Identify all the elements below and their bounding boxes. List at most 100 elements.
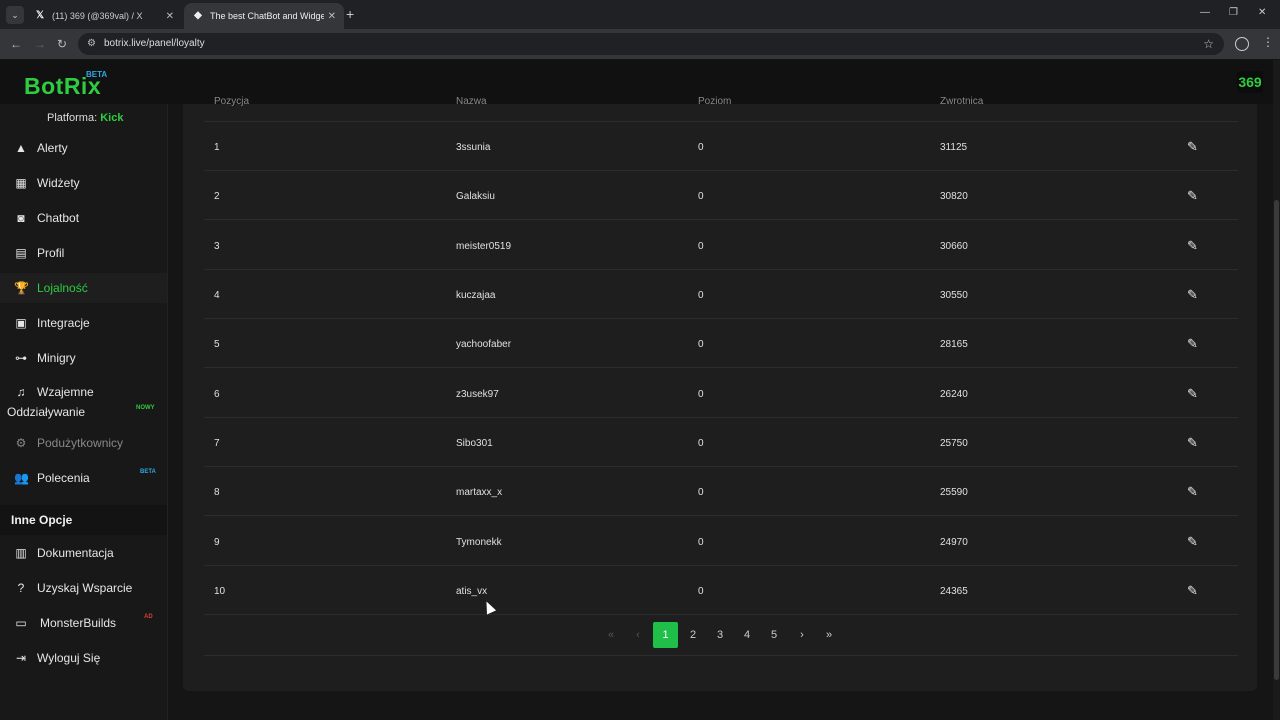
edit-pencil-icon[interactable]: ✎ xyxy=(1187,287,1198,303)
edit-pencil-icon[interactable]: ✎ xyxy=(1187,238,1198,254)
reload-icon[interactable]: ↻ xyxy=(57,37,67,51)
browser-tab-x[interactable]: 𝕏 (11) 369 (@369val) / X ✕ xyxy=(26,3,182,29)
sidebar-item-label: Dokumentacja xyxy=(37,546,114,560)
forward-icon[interactable]: → xyxy=(34,37,46,51)
cell-position: 7 xyxy=(214,438,220,449)
ad-badge: AD xyxy=(144,614,153,620)
page-4-button[interactable]: 4 xyxy=(739,622,755,648)
cell-points: 30660 xyxy=(940,241,968,252)
edit-pencil-icon[interactable]: ✎ xyxy=(1187,583,1198,599)
cell-position: 5 xyxy=(214,339,220,350)
sidebar-item-monsterbuilds[interactable]: ▭ MonsterBuilds xyxy=(0,608,167,638)
sidebar-item-lojalnosc[interactable]: 🏆 Lojalność xyxy=(0,273,167,303)
sidebar-item-alerty[interactable]: ▲ Alerty xyxy=(0,133,167,163)
last-page-icon[interactable]: » xyxy=(821,622,837,648)
back-icon[interactable]: ← xyxy=(10,37,22,51)
cell-position: 3 xyxy=(214,241,220,252)
cell-level: 0 xyxy=(698,389,704,400)
sidebar-item-minigry[interactable]: ⊶ Minigry xyxy=(0,343,167,373)
cell-position: 4 xyxy=(214,290,220,301)
bookmark-star-icon[interactable]: ☆ xyxy=(1203,33,1214,55)
cell-points: 28165 xyxy=(940,339,968,350)
edit-pencil-icon[interactable]: ✎ xyxy=(1187,435,1198,451)
id-card-icon: ▤ xyxy=(15,246,27,260)
edit-pencil-icon[interactable]: ✎ xyxy=(1187,386,1198,402)
sidebar-item-label: Profil xyxy=(37,246,65,260)
close-window-icon[interactable]: ✕ xyxy=(1258,7,1266,18)
edit-pencil-icon[interactable]: ✎ xyxy=(1187,188,1198,204)
tab-search-chevron-icon[interactable]: ⌄ xyxy=(6,6,24,24)
question-icon: ? xyxy=(17,581,25,595)
new-badge: NOWY xyxy=(136,405,155,411)
cell-name: Sibo301 xyxy=(456,438,493,449)
prev-page-icon[interactable]: ‹ xyxy=(630,622,646,648)
cell-position: 2 xyxy=(214,191,220,202)
sidebar-item-dokumentacja[interactable]: ▥ Dokumentacja xyxy=(0,538,167,568)
browser-menu-icon[interactable]: ⋮ xyxy=(1262,35,1274,49)
scrollbar-thumb[interactable] xyxy=(1274,200,1279,680)
edit-pencil-icon[interactable]: ✎ xyxy=(1187,139,1198,155)
sidebar-item-uzyskaj-wsparcie[interactable]: ? Uzyskaj Wsparcie xyxy=(0,573,167,603)
cell-level: 0 xyxy=(698,537,704,548)
page-5-button[interactable]: 5 xyxy=(766,622,782,648)
cell-level: 0 xyxy=(698,487,704,498)
scroll-icon: ▥ xyxy=(15,546,27,560)
sidebar-item-profil[interactable]: ▤ Profil xyxy=(0,238,167,268)
cell-name: kuczajaa xyxy=(456,290,496,301)
music-icon: ♫ xyxy=(16,385,26,399)
browser-tab-botrix[interactable]: ◆ The best ChatBot and Widgets ✕ xyxy=(184,3,344,29)
cell-points: 24365 xyxy=(940,586,968,597)
cell-position: 6 xyxy=(214,389,220,400)
warning-icon: ▲ xyxy=(15,141,27,155)
new-tab-icon[interactable]: + xyxy=(346,6,354,22)
edit-pencil-icon[interactable]: ✎ xyxy=(1187,484,1198,500)
cell-position: 9 xyxy=(214,537,220,548)
pagination-divider xyxy=(204,655,1238,656)
sidebar-item-label: Uzyskaj Wsparcie xyxy=(37,581,133,595)
sidebar-item-widzety[interactable]: ▦ Widżety xyxy=(0,168,167,198)
sidebar-item-chatbot[interactable]: ◙ Chatbot xyxy=(0,203,167,233)
logout-icon: ⇥ xyxy=(15,651,27,665)
table-row: 10 atis_vx 0 24365 ✎ xyxy=(204,566,1238,615)
tab-title: The best ChatBot and Widgets xyxy=(210,11,324,21)
page-1-button[interactable]: 1 xyxy=(653,622,678,648)
cell-name: Galaksiu xyxy=(456,191,495,202)
sidebar-item-label: Integracje xyxy=(37,316,90,330)
next-page-icon[interactable]: › xyxy=(794,622,810,648)
table-row: 2 Galaksiu 0 30820 ✎ xyxy=(204,171,1238,220)
edit-pencil-icon[interactable]: ✎ xyxy=(1187,336,1198,352)
cell-level: 0 xyxy=(698,339,704,350)
site-settings-icon[interactable]: ⚙ xyxy=(87,33,96,55)
browser-toolbar: ← → ↻ ⚙ botrix.live/panel/loyalty ☆ xyxy=(0,29,1280,59)
sidebar-item-polecenia[interactable]: 👥 Polecenia xyxy=(0,463,167,493)
sidebar-item-label: Minigry xyxy=(37,351,76,365)
users-icon: 👥 xyxy=(14,471,29,485)
sidebar-item-label: MonsterBuilds xyxy=(40,616,117,630)
profile-icon[interactable] xyxy=(1235,37,1249,51)
beta-badge: BETA xyxy=(140,469,156,475)
close-tab-icon[interactable]: ✕ xyxy=(166,11,174,22)
edit-pencil-icon[interactable]: ✎ xyxy=(1187,534,1198,550)
sidebar-item-wyloguj[interactable]: ⇥ Wyloguj Się xyxy=(0,643,167,673)
first-page-icon[interactable]: « xyxy=(603,622,619,648)
page-2-button[interactable]: 2 xyxy=(685,622,701,648)
cell-level: 0 xyxy=(698,586,704,597)
app-header xyxy=(0,60,1280,104)
table-row: 7 Sibo301 0 25750 ✎ xyxy=(204,418,1238,467)
laptop-icon: ▭ xyxy=(15,616,27,630)
column-header-points: Zwrotnica xyxy=(940,96,984,107)
close-tab-icon[interactable]: ✕ xyxy=(328,11,336,22)
sidebar-item-label-line2: Oddziaływanie xyxy=(7,405,86,419)
minimize-icon[interactable]: — xyxy=(1200,7,1210,18)
sidebar-item-label: Alerty xyxy=(37,141,68,155)
address-bar[interactable]: ⚙ botrix.live/panel/loyalty ☆ xyxy=(78,33,1224,55)
page-3-button[interactable]: 3 xyxy=(712,622,728,648)
browser-tabstrip: ⌄ 𝕏 (11) 369 (@369val) / X ✕ ◆ The best … xyxy=(0,0,1280,29)
tab-title: (11) 369 (@369val) / X xyxy=(52,11,143,21)
sidebar-item-integracje[interactable]: ▣ Integracje xyxy=(0,308,167,338)
cell-points: 24970 xyxy=(940,537,968,548)
robot-icon: ◙ xyxy=(17,211,25,225)
sidebar-item-poduzytkownicy[interactable]: ⚙ Podużytkownicy xyxy=(0,428,167,458)
user-avatar[interactable]: 369 xyxy=(1237,71,1263,93)
restore-icon[interactable]: ❐ xyxy=(1229,7,1238,18)
